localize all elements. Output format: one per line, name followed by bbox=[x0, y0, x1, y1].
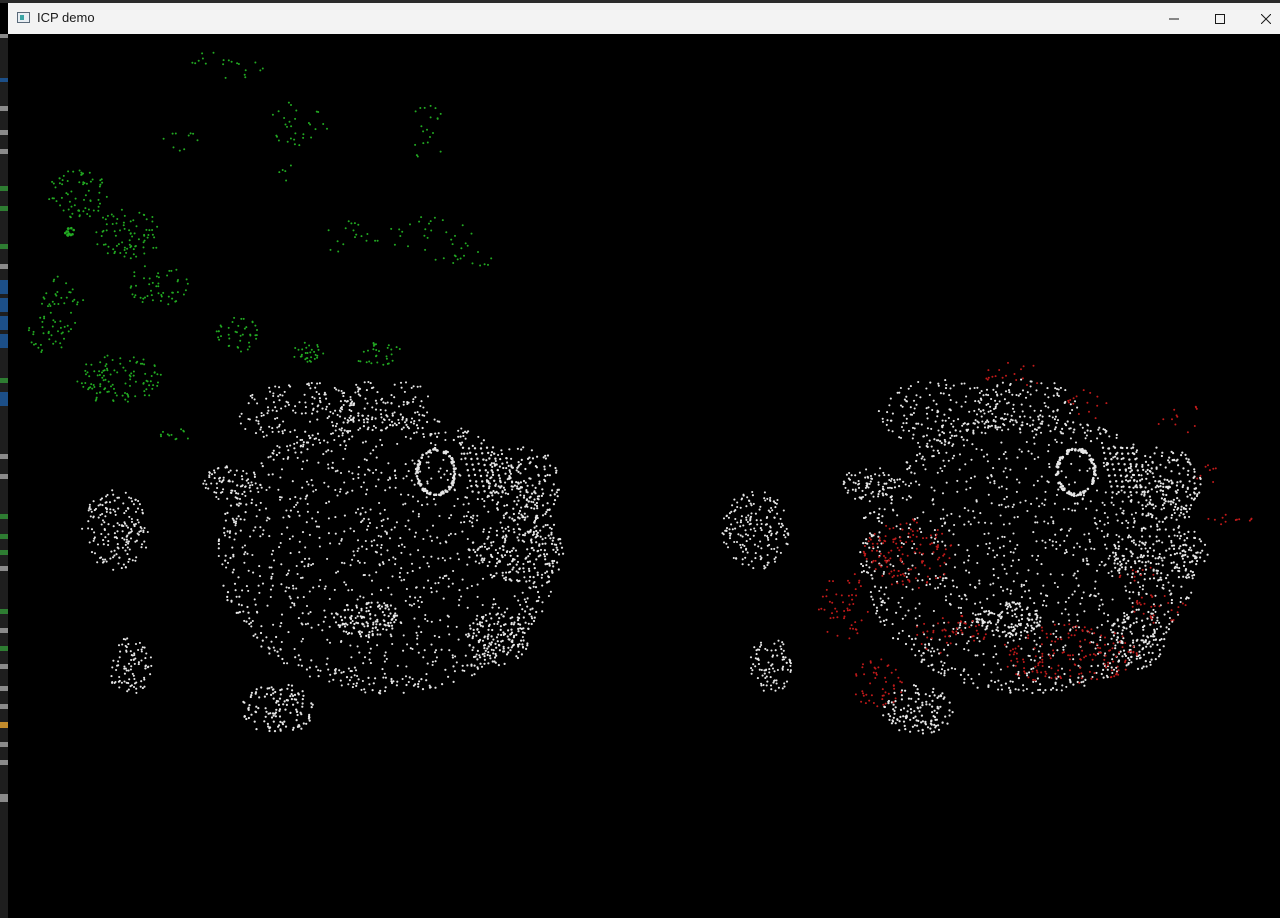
maximize-button[interactable] bbox=[1197, 3, 1243, 34]
minimize-button[interactable] bbox=[1151, 3, 1197, 34]
close-button[interactable] bbox=[1243, 3, 1280, 34]
maximize-icon bbox=[1215, 13, 1225, 24]
point-cloud-canvas[interactable] bbox=[8, 34, 1280, 918]
source-cloud-left bbox=[27, 51, 493, 441]
app-window-icon bbox=[17, 12, 30, 23]
window-title: ICP demo bbox=[37, 10, 95, 25]
background-editor-window bbox=[0, 34, 8, 918]
minimize-icon bbox=[1169, 18, 1179, 19]
target-cloud-right bbox=[721, 378, 1209, 735]
title-bar[interactable]: ICP demo bbox=[8, 3, 1280, 35]
aligned-source-cloud-right bbox=[817, 361, 1253, 708]
close-icon bbox=[1261, 13, 1271, 24]
point-cloud-viewport[interactable] bbox=[8, 34, 1280, 918]
icp-demo-window[interactable]: ICP demo bbox=[8, 3, 1280, 918]
target-cloud-left bbox=[81, 380, 565, 733]
